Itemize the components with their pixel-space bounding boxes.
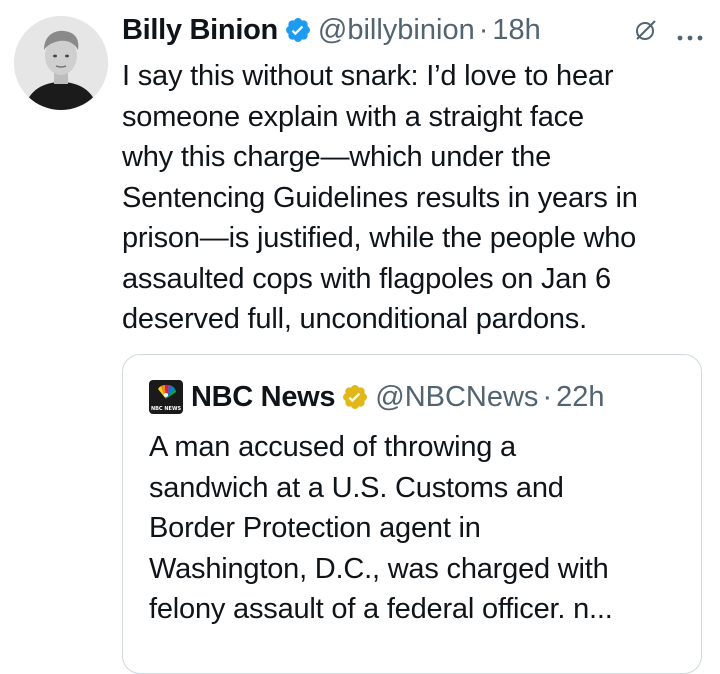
header-separator: · bbox=[478, 13, 489, 46]
quoted-tweet-timestamp[interactable]: 22h bbox=[556, 381, 604, 414]
author-avatar[interactable] bbox=[14, 16, 108, 110]
author-handle[interactable]: @billybinion bbox=[318, 14, 475, 47]
quoted-header-separator: · bbox=[542, 380, 553, 413]
author-name[interactable]: Billy Binion bbox=[122, 14, 278, 47]
avatar-photo bbox=[14, 16, 108, 110]
tweet[interactable]: Billy Binion @billybinion · 18h I say th… bbox=[0, 0, 720, 674]
tweet-text: I say this without snark: I’d love to he… bbox=[122, 60, 638, 335]
verified-org-badge-icon[interactable] bbox=[341, 383, 369, 411]
nbc-logo-text: NBC NEWS bbox=[150, 406, 182, 412]
tweet-header: Billy Binion @billybinion · 18h bbox=[122, 8, 712, 52]
grok-icon[interactable] bbox=[634, 18, 658, 42]
quoted-author-name[interactable]: NBC News bbox=[191, 381, 336, 414]
more-options-icon[interactable] bbox=[676, 28, 704, 41]
nbc-news-logo-icon[interactable]: NBC NEWS bbox=[149, 380, 183, 414]
tweet-timestamp[interactable]: 18h bbox=[492, 14, 540, 47]
quoted-tweet-header: NBC NEWS NBC News @NBCNews · 22h bbox=[149, 377, 605, 417]
quoted-tweet-text: A man accused of throwing a sandwich at … bbox=[149, 431, 613, 625]
quoted-author-handle[interactable]: @NBCNews bbox=[375, 381, 538, 414]
quoted-tweet[interactable]: NBC NEWS NBC News @NBCNews · 22h A man a… bbox=[122, 354, 702, 674]
verified-badge-icon[interactable] bbox=[284, 16, 312, 44]
